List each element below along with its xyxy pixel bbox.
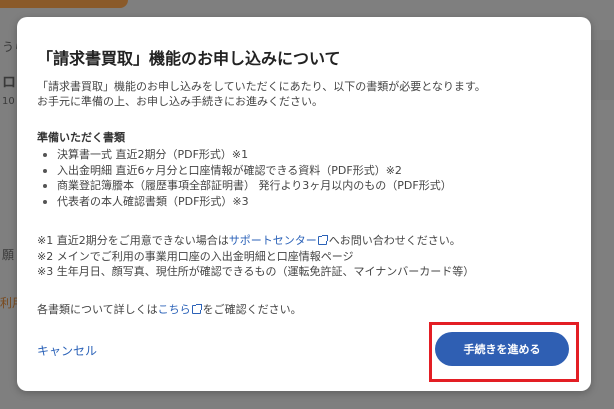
background-panel	[588, 40, 614, 100]
requirements-list: 決算書一式 直近2期分（PDF形式）※1 入出金明細 直近6ヶ月分と口座情報が確…	[41, 147, 452, 209]
detail-suffix: をご確認ください。	[202, 303, 302, 316]
background-text: ロ	[2, 75, 16, 91]
requirement-item: 入出金明細 直近6ヶ月分と口座情報が確認できる資料（PDF形式）※2	[41, 163, 452, 179]
note-2: ※2 メインでご利用の事業用口座の入出金明細と口座情報ページ	[37, 249, 354, 263]
requirement-item: 決算書一式 直近2期分（PDF形式）※1	[41, 147, 452, 163]
note-1-prefix: ※1 直近2期分をご用意できない場合は	[37, 234, 229, 247]
details-link[interactable]: こちら	[158, 303, 203, 316]
support-center-label: サポートセンター	[228, 234, 317, 247]
application-dialog: 「請求書買取」機能のお申し込みについて 「請求書買取」機能のお申し込みをしていた…	[17, 17, 591, 391]
external-link-icon	[191, 304, 202, 314]
background-text: 10	[2, 96, 15, 107]
notes: ※1 直近2期分をご用意できない場合はサポートセンター へお問い合わせください。 …	[37, 233, 474, 280]
note-3: ※3 生年月日、顔写真、現住所が確認できるもの（運転免許証、マイナンバーカード等…	[37, 265, 475, 278]
requirement-item: 商業登記簿謄本（履歴事項全部証明書） 発行より3ヶ月以内のもの（PDF形式）	[41, 178, 452, 194]
detail-prefix: 各書類について詳しくは	[37, 303, 158, 316]
external-link-icon	[317, 235, 328, 245]
requirements-heading: 準備いただく書類	[37, 131, 125, 144]
support-center-link[interactable]: サポートセンター	[229, 234, 329, 247]
intro-line: お手元に準備の上、お申し込み手続きにお進みください。	[37, 95, 323, 108]
background-text: 願	[2, 248, 15, 262]
note-1: ※1 直近2期分をご用意できない場合はサポートセンター へお問い合わせください。	[37, 233, 474, 249]
intro-line: 「請求書買取」機能のお申し込みをしていただくにあたり、以下の書類が必要となります…	[37, 80, 486, 93]
dialog-title: 「請求書買取」機能のお申し込みについて	[37, 49, 341, 68]
cancel-button[interactable]: キャンセル	[37, 342, 97, 359]
details-link-label: こちら	[157, 303, 191, 316]
note-1-suffix: へお問い合わせください。	[328, 234, 461, 247]
background-header-accent	[0, 0, 128, 8]
requirement-item: 代表者の本人確認書類（PDF形式）※3	[41, 194, 452, 210]
proceed-button[interactable]: 手続きを進める	[435, 332, 569, 366]
detail-text: 各書類について詳しくはこちら をご確認ください。	[37, 301, 302, 317]
dialog-intro: 「請求書買取」機能のお申し込みをしていただくにあたり、以下の書類が必要となります…	[37, 79, 486, 109]
